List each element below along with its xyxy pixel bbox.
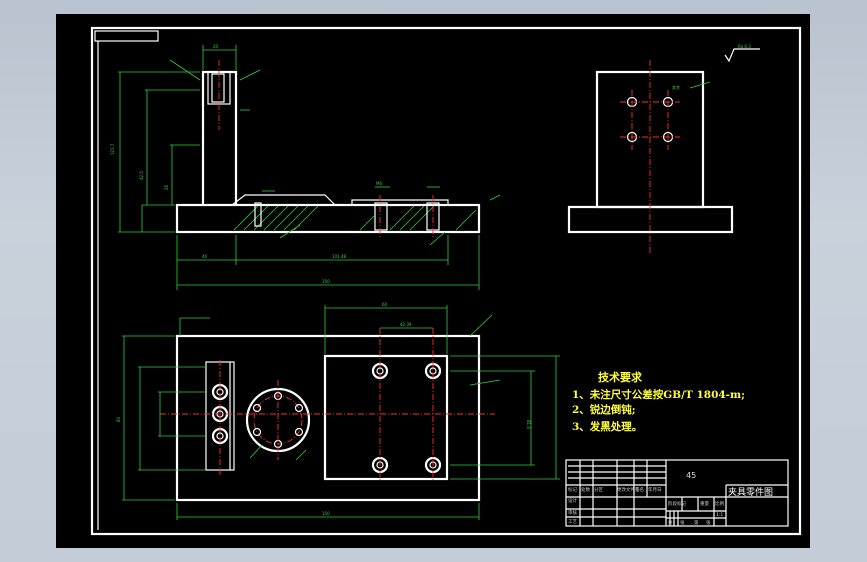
tech-req-item-2: 2、锐边倒钝; (572, 403, 636, 416)
tech-req-item-1: 1、未注尺寸公差按GB/T 1804-m; (572, 388, 745, 401)
technical-requirements: 技术要求 1、未注尺寸公差按GB/T 1804-m; 2、锐边倒钝; 3、发黑处… (572, 370, 745, 433)
front-section-hatch (233, 205, 477, 231)
dim-front-mid-height: 42.5 (139, 171, 144, 180)
plan-base-outline (175, 334, 481, 502)
title-block-row-mark: 标记 (568, 486, 577, 493)
title-block-col-date: 年月日 (648, 486, 662, 493)
dim-front-bottom-1: 40 (202, 254, 208, 259)
tech-req-title: 技术要求 (598, 370, 643, 384)
dim-plan-top: 60 (382, 302, 388, 307)
front-post-pin (211, 73, 225, 103)
dim-plan-width: 80 (116, 416, 121, 422)
dim-front-top-width: 20 (213, 44, 219, 49)
title-block-scale: 1:1 (716, 512, 723, 518)
title-block-weight: 重量 (700, 500, 709, 507)
front-hole-2 (374, 202, 388, 231)
front-base-plate (175, 203, 481, 234)
dim-front-bottom-2: 101.48 (332, 254, 346, 259)
dim-front-height: 121.7 (110, 143, 115, 155)
title-block-part-name: 夹具零件图 (728, 486, 773, 498)
title-block-scale-label: 比例 (715, 500, 724, 507)
title-block-col-zone: 分区 (594, 486, 603, 493)
title-block-material: 45 (686, 471, 696, 480)
title-block-row-process: 工艺 (568, 519, 577, 525)
title-block-col-count: 处数 (581, 486, 590, 493)
dim-plan-inner: 81.6 (526, 420, 531, 429)
plan-view: 80 150 60 42.39 81.6 (116, 302, 560, 520)
front-groove (231, 194, 449, 206)
dim-plan-hole-pitch: 42.39 (400, 322, 412, 327)
title-block-row-design: 设计 (568, 497, 577, 504)
dim-front-total: 150 (322, 279, 330, 284)
title-block-sheet-total-b: 张 (680, 519, 685, 526)
side-base (567, 205, 734, 234)
surface-finish-value: Ra 6.3 (738, 44, 751, 49)
title-block-sheet-total-a: 共 (668, 519, 673, 526)
dim-plan-total: 150 (322, 511, 330, 516)
surface-finish-mark: Ra 6.3 (724, 44, 760, 63)
title-block-row-review: 审核 (568, 509, 577, 516)
title-block: 45 夹具零件图 标记 设计 审核 工艺 处数 分区 更改文件号 签名 年月日 … (565, 459, 789, 527)
front-dimensions (118, 45, 501, 290)
title-block-sheet-num-a: 第 (694, 519, 699, 526)
dim-front-low-height: 26 (164, 184, 169, 190)
title-block-col-sign: 签名 (635, 486, 644, 493)
title-block-sheet-num-b: 张 (706, 519, 711, 526)
plan-bolt-circle (245, 387, 311, 453)
sheet-corner-tab (94, 30, 159, 42)
cad-drawing: 20 121.7 42.5 26 40 101.48 150 M6 其余 Ra … (90, 26, 802, 536)
front-view: 20 121.7 42.5 26 40 101.48 150 M6 (110, 44, 501, 290)
side-view: 其余 (567, 60, 734, 255)
title-block-stage: 阶段标记 (668, 500, 686, 507)
plan-dimensions (122, 305, 560, 520)
tech-req-item-3: 3、发黑处理。 (572, 420, 642, 433)
side-note: 其余 (672, 84, 680, 90)
dim-front-hole: M6 (376, 181, 382, 186)
